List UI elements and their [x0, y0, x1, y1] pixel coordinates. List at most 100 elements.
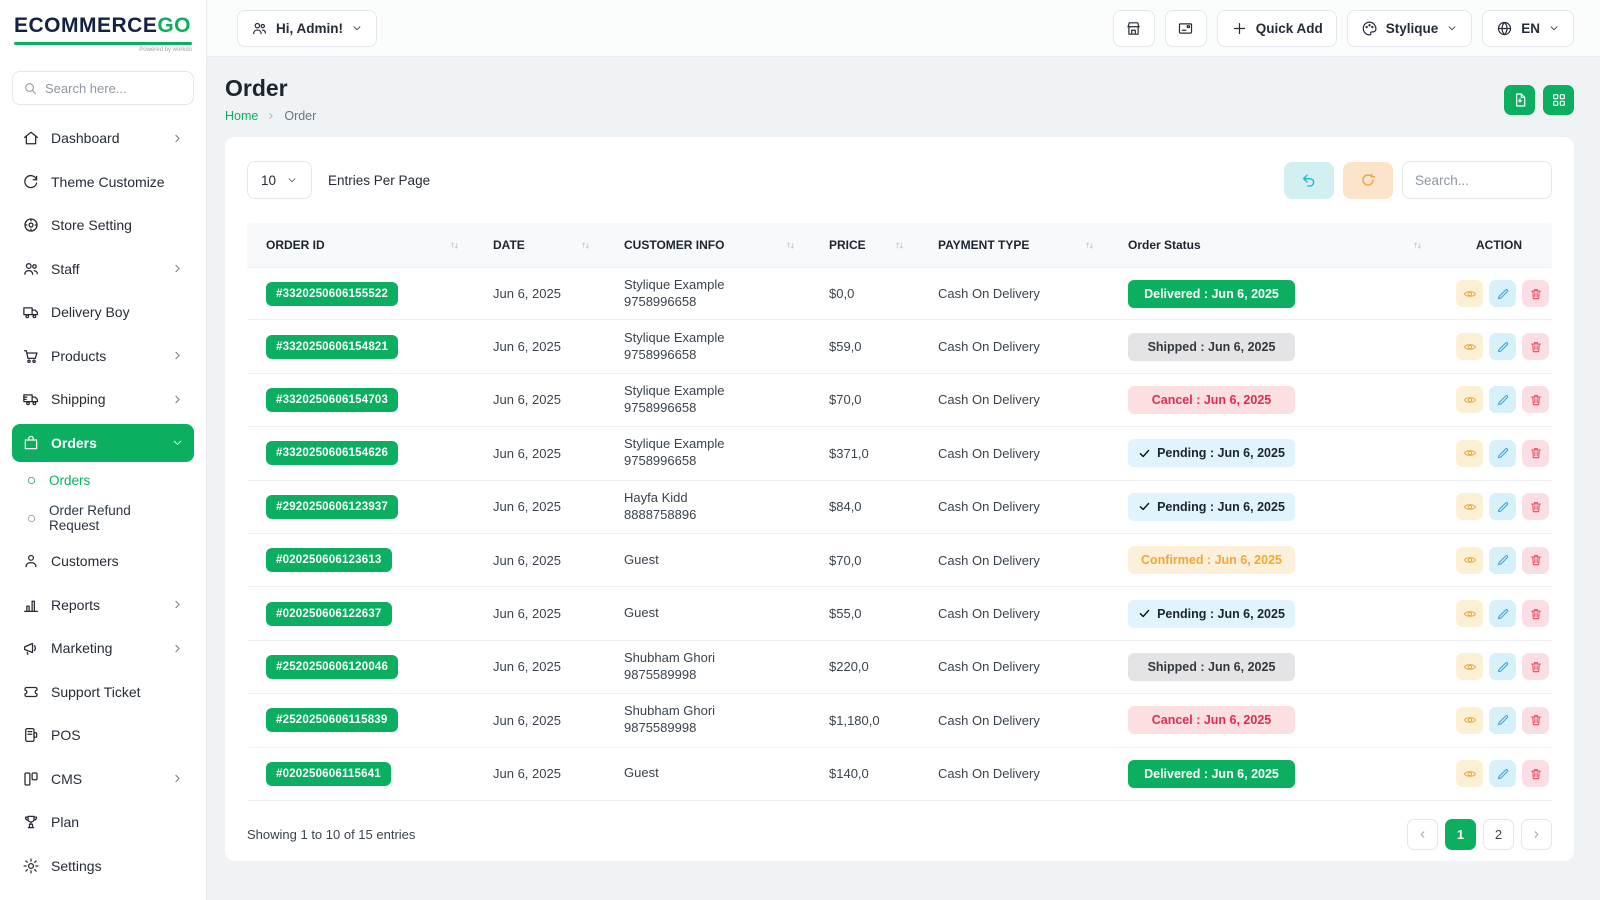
sidebar-item-dashboard[interactable]: Dashboard	[12, 119, 194, 157]
column-header-price[interactable]: PRICE	[810, 223, 919, 267]
edit-order-button[interactable]	[1489, 333, 1516, 360]
sidebar-item-theme-customize[interactable]: Theme Customize	[12, 163, 194, 201]
view-order-button[interactable]	[1456, 600, 1483, 627]
status-badge[interactable]: Delivered : Jun 6, 2025	[1128, 760, 1295, 788]
view-order-button[interactable]	[1456, 493, 1483, 520]
sidebar-item-support-ticket[interactable]: Support Ticket	[12, 673, 194, 711]
delete-order-button[interactable]	[1522, 440, 1549, 467]
edit-order-button[interactable]	[1489, 547, 1516, 574]
status-badge[interactable]: Delivered : Jun 6, 2025	[1128, 280, 1295, 308]
sidebar-item-settings[interactable]: Settings	[12, 847, 194, 885]
storefront-button[interactable]	[1113, 10, 1155, 47]
brand-logo[interactable]: ECOMMERCEGO Powered by workdo	[0, 0, 206, 63]
status-badge[interactable]: Confirmed : Jun 6, 2025	[1128, 546, 1295, 574]
sidebar-item-delivery-boy[interactable]: Delivery Boy	[12, 293, 194, 331]
edit-order-button[interactable]	[1489, 707, 1516, 734]
column-header-order-status[interactable]: Order Status	[1109, 223, 1437, 267]
sidebar-item-shipping[interactable]: Shipping	[12, 380, 194, 418]
order-id-badge[interactable]: #2520250606120046	[266, 655, 398, 679]
pagination-prev-button[interactable]	[1407, 819, 1438, 850]
sidebar-item-pos[interactable]: POS	[12, 716, 194, 754]
order-id-badge[interactable]: #2520250606115839	[266, 708, 398, 732]
view-order-button[interactable]	[1456, 653, 1483, 680]
sidebar-subitem-orders[interactable]: Orders	[12, 467, 194, 494]
language-select-button[interactable]: EN	[1482, 10, 1574, 47]
order-id-badge[interactable]: #020250606123613	[266, 548, 392, 572]
pagination-page-1[interactable]: 1	[1445, 819, 1476, 850]
pagination-next-button[interactable]	[1521, 819, 1552, 850]
order-id-badge[interactable]: #2920250606123937	[266, 495, 398, 519]
view-order-button[interactable]	[1456, 386, 1483, 413]
sort-icon[interactable]	[1084, 240, 1095, 251]
theme-select-button[interactable]: Stylique	[1347, 10, 1473, 47]
edit-order-button[interactable]	[1489, 760, 1516, 787]
column-header-order-id[interactable]: ORDER ID	[247, 223, 474, 267]
sort-icon[interactable]	[894, 240, 905, 251]
sidebar-subitem-order-refund-request[interactable]: Order Refund Request	[12, 497, 194, 539]
edit-order-button[interactable]	[1489, 440, 1516, 467]
edit-order-button[interactable]	[1489, 653, 1516, 680]
breadcrumb-home-link[interactable]: Home	[225, 109, 258, 123]
status-badge[interactable]: Pending : Jun 6, 2025	[1128, 493, 1295, 521]
delete-order-button[interactable]	[1522, 386, 1549, 413]
order-id-badge[interactable]: #3320250606154821	[266, 335, 398, 359]
edit-order-button[interactable]	[1489, 386, 1516, 413]
sidebar-item-cms[interactable]: CMS	[12, 760, 194, 798]
sidebar-item-products[interactable]: Products	[12, 337, 194, 375]
reset-filters-button[interactable]	[1284, 162, 1334, 199]
user-menu-button[interactable]: Hi, Admin!	[237, 10, 377, 47]
status-badge[interactable]: Shipped : Jun 6, 2025	[1128, 333, 1295, 361]
edit-order-button[interactable]	[1489, 493, 1516, 520]
column-header-customer-info[interactable]: CUSTOMER INFO	[605, 223, 810, 267]
column-header-date[interactable]: DATE	[474, 223, 605, 267]
pagination-page-2[interactable]: 2	[1483, 819, 1514, 850]
sidebar-item-marketing[interactable]: Marketing	[12, 629, 194, 667]
view-order-button[interactable]	[1456, 760, 1483, 787]
view-order-button[interactable]	[1456, 333, 1483, 360]
delete-order-button[interactable]	[1522, 280, 1549, 307]
sort-icon[interactable]	[449, 240, 460, 251]
sidebar-item-plan[interactable]: Plan	[12, 803, 194, 841]
entries-per-page-select[interactable]: 10	[247, 161, 312, 199]
view-order-button[interactable]	[1456, 440, 1483, 467]
order-id-badge[interactable]: #020250606115641	[266, 762, 391, 786]
status-badge[interactable]: Cancel : Jun 6, 2025	[1128, 386, 1295, 414]
delete-order-button[interactable]	[1522, 493, 1549, 520]
edit-order-button[interactable]	[1489, 280, 1516, 307]
order-id-badge[interactable]: #3320250606154626	[266, 441, 398, 465]
sort-icon[interactable]	[785, 240, 796, 251]
delete-order-button[interactable]	[1522, 653, 1549, 680]
delete-order-button[interactable]	[1522, 547, 1549, 574]
order-id-badge[interactable]: #020250606122637	[266, 602, 392, 626]
view-order-button[interactable]	[1456, 547, 1483, 574]
export-button[interactable]	[1504, 85, 1535, 115]
sidebar-item-reports[interactable]: Reports	[12, 586, 194, 624]
edit-order-button[interactable]	[1489, 600, 1516, 627]
sort-icon[interactable]	[580, 240, 591, 251]
delete-order-button[interactable]	[1522, 760, 1549, 787]
sidebar-search-input[interactable]	[45, 81, 183, 96]
refresh-button[interactable]	[1343, 162, 1393, 199]
sidebar-item-staff[interactable]: Staff	[12, 250, 194, 288]
table-search-input[interactable]	[1402, 161, 1552, 199]
sidebar-item-customers[interactable]: Customers	[12, 542, 194, 580]
delete-order-button[interactable]	[1522, 707, 1549, 734]
grid-view-button[interactable]	[1543, 85, 1574, 115]
status-badge[interactable]: Cancel : Jun 6, 2025	[1128, 706, 1295, 734]
sidebar-item-orders[interactable]: Orders	[12, 424, 194, 462]
sort-icon[interactable]	[1412, 240, 1423, 251]
order-id-badge[interactable]: #3320250606154703	[266, 388, 398, 412]
column-header-payment-type[interactable]: PAYMENT TYPE	[919, 223, 1109, 267]
status-badge[interactable]: Pending : Jun 6, 2025	[1128, 439, 1295, 467]
status-badge[interactable]: Shipped : Jun 6, 2025	[1128, 653, 1295, 681]
delete-order-button[interactable]	[1522, 600, 1549, 627]
order-id-badge[interactable]: #3320250606155522	[266, 282, 398, 306]
sidebar-search[interactable]	[12, 71, 194, 105]
card-button[interactable]	[1165, 10, 1207, 47]
view-order-button[interactable]	[1456, 280, 1483, 307]
sidebar-item-store-setting[interactable]: Store Setting	[12, 206, 194, 244]
delete-order-button[interactable]	[1522, 333, 1549, 360]
view-order-button[interactable]	[1456, 707, 1483, 734]
status-badge[interactable]: Pending : Jun 6, 2025	[1128, 600, 1295, 628]
quick-add-button[interactable]: Quick Add	[1217, 10, 1337, 47]
